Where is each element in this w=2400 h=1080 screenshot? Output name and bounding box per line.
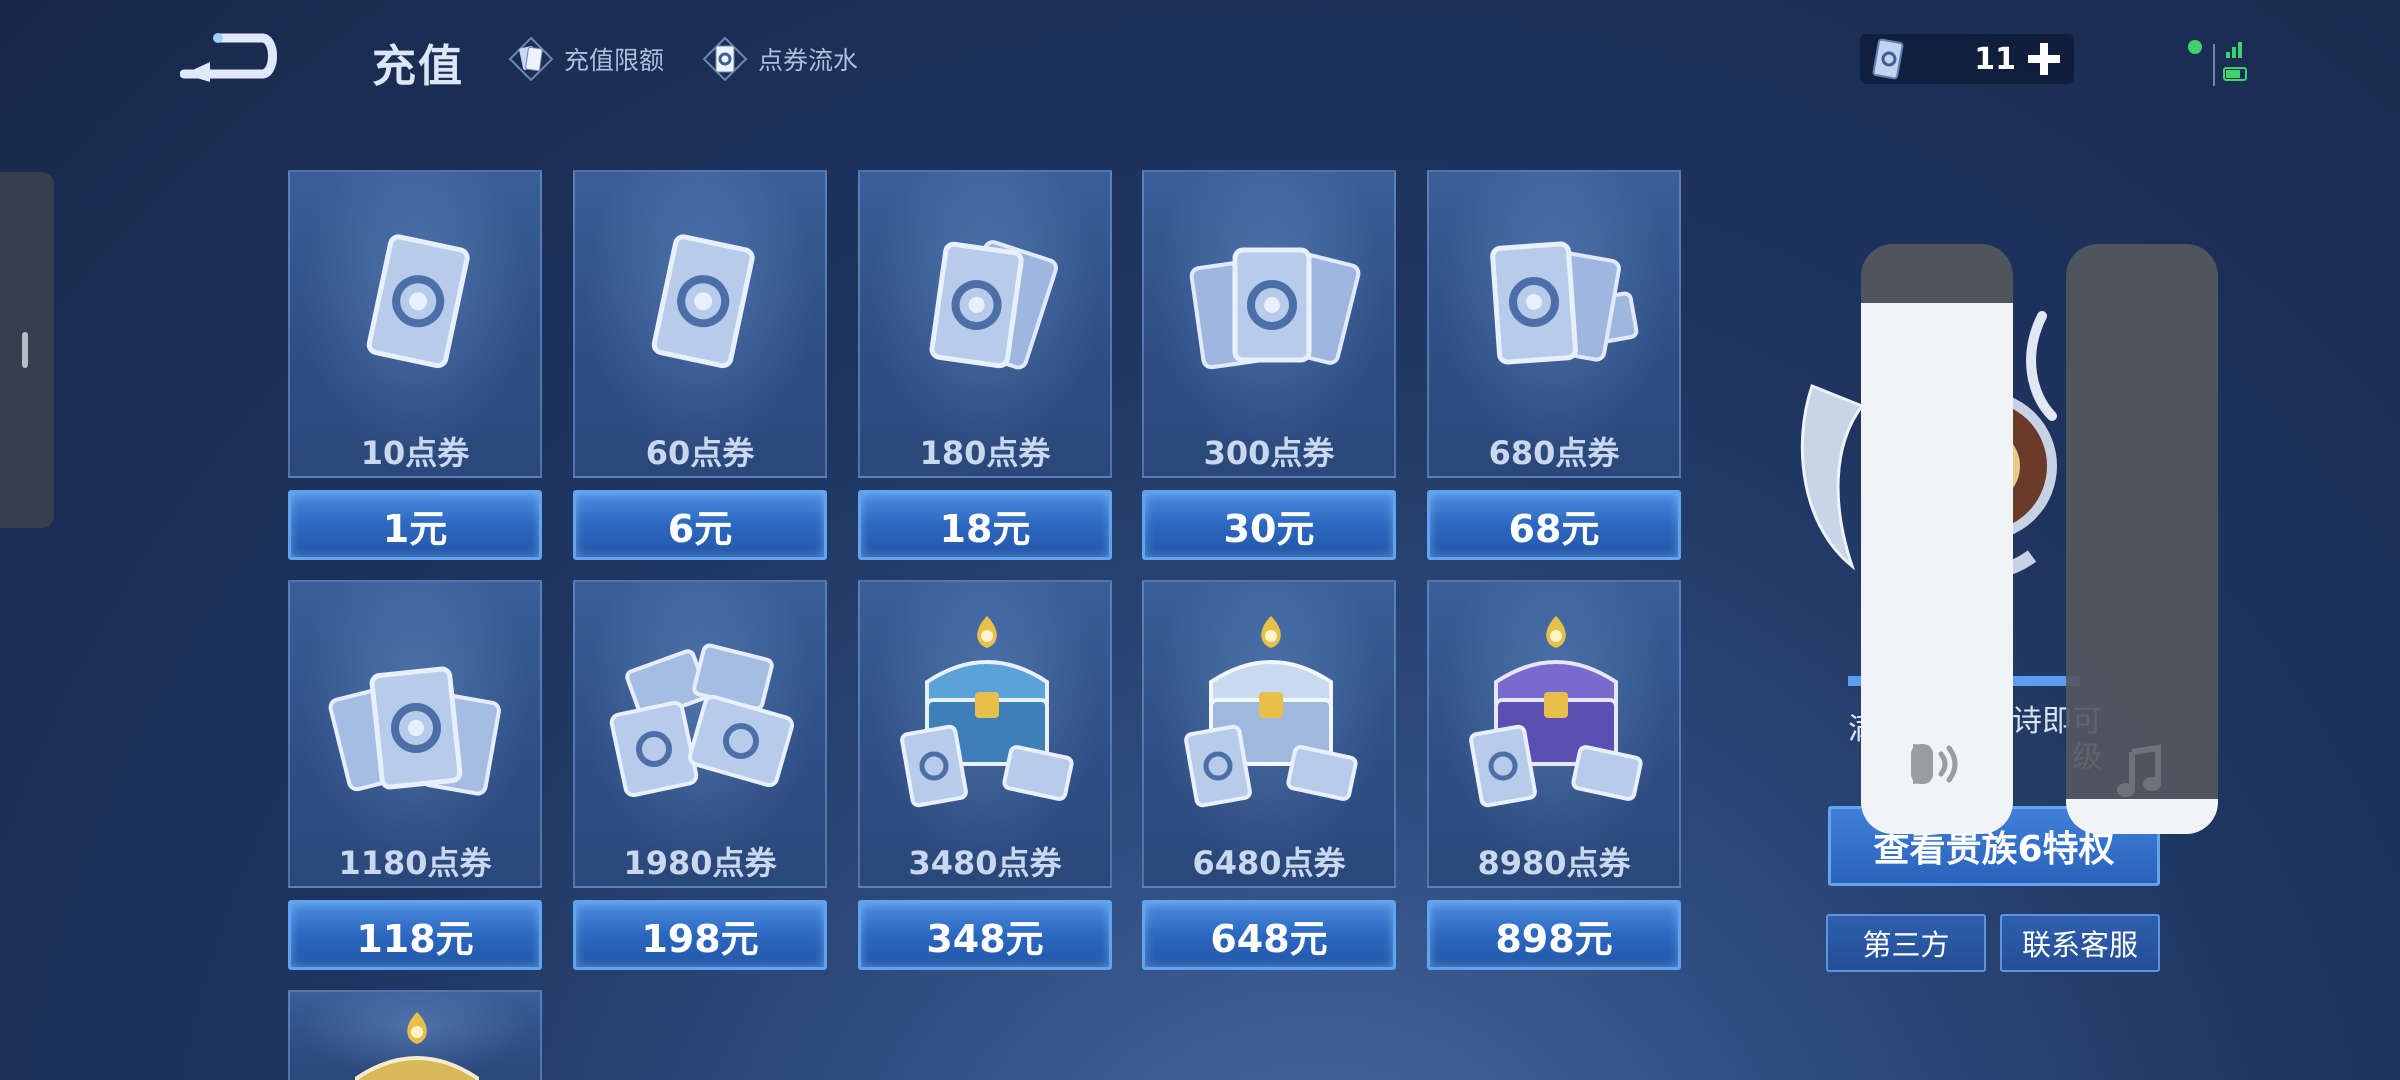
card-stack-icon bbox=[1490, 241, 1639, 365]
tab-recharge-limit[interactable]: 充值限额 bbox=[508, 36, 664, 82]
price-button[interactable]: 6元 bbox=[573, 490, 827, 560]
signal-icon bbox=[2213, 42, 2247, 86]
card-pile-icon bbox=[328, 666, 501, 796]
product-card[interactable]: 6480点券 bbox=[1142, 580, 1396, 888]
media-volume-slider-fill bbox=[2066, 798, 2218, 834]
tab-voucher-flow-label: 点券流水 bbox=[758, 46, 859, 75]
product-amount: 180点券 bbox=[919, 434, 1051, 472]
product-amount: 8980点券 bbox=[1477, 844, 1631, 882]
product-amount: 6480点券 bbox=[1192, 844, 1346, 882]
product-card[interactable]: 3480点券 bbox=[858, 580, 1112, 888]
product-amount: 10点券 bbox=[360, 434, 470, 472]
music-note-icon bbox=[2117, 744, 2161, 797]
voucher-card-icon bbox=[366, 234, 470, 369]
voucher-balance-value: 11 bbox=[1974, 41, 2016, 77]
treasure-chest-icon bbox=[1184, 616, 1358, 808]
price-button[interactable]: 348元 bbox=[858, 900, 1112, 970]
product-amount: 680点券 bbox=[1488, 434, 1620, 472]
card-heap-icon bbox=[609, 643, 795, 798]
treasure-chest-icon bbox=[900, 616, 1074, 808]
voucher-card-icon bbox=[651, 234, 755, 369]
product-card[interactable]: 10点券 bbox=[288, 170, 542, 478]
voucher-balance: 11 bbox=[1860, 34, 2074, 84]
price-button[interactable]: 68元 bbox=[1427, 490, 1681, 560]
voucher-flow-icon bbox=[702, 36, 748, 82]
product-card[interactable]: 180点券 bbox=[858, 170, 1112, 478]
product-card[interactable]: 1180点券 bbox=[288, 580, 542, 888]
contact-service-button[interactable]: 联系客服 bbox=[2000, 914, 2160, 972]
back-button[interactable] bbox=[179, 30, 280, 90]
third-party-button[interactable]: 第三方 bbox=[1826, 914, 1986, 972]
status-dot bbox=[2188, 40, 2202, 54]
product-amount: 3480点券 bbox=[908, 844, 1062, 882]
treasure-chest-icon bbox=[1469, 616, 1643, 808]
price-button[interactable]: 648元 bbox=[1142, 900, 1396, 970]
card-icon bbox=[508, 36, 554, 82]
price-button[interactable]: 18元 bbox=[858, 490, 1112, 560]
price-button[interactable]: 30元 bbox=[1142, 490, 1396, 560]
product-card[interactable]: 300点券 bbox=[1142, 170, 1396, 478]
speaker-icon bbox=[1911, 744, 1958, 784]
product-card[interactable]: 8980点券 bbox=[1427, 580, 1681, 888]
product-amount: 300点券 bbox=[1203, 434, 1335, 472]
price-button[interactable]: 1元 bbox=[288, 490, 542, 560]
tab-recharge-limit-label: 充值限额 bbox=[564, 46, 665, 75]
product-card[interactable] bbox=[288, 990, 542, 1080]
price-button[interactable]: 898元 bbox=[1427, 900, 1681, 970]
price-button[interactable]: 198元 bbox=[573, 900, 827, 970]
tab-voucher-flow[interactable]: 点券流水 bbox=[702, 36, 858, 82]
product-amount: 60点券 bbox=[645, 434, 755, 472]
three-cards-icon bbox=[1189, 247, 1361, 370]
treasure-chest-icon bbox=[355, 1012, 479, 1080]
product-card[interactable]: 680点券 bbox=[1427, 170, 1681, 478]
product-amount: 1980点券 bbox=[623, 844, 777, 882]
two-cards-icon bbox=[929, 240, 1058, 370]
plus-icon[interactable] bbox=[2024, 39, 2064, 79]
price-button[interactable]: 118元 bbox=[288, 900, 542, 970]
media-volume-slider[interactable] bbox=[2066, 244, 2218, 834]
volume-slider[interactable] bbox=[1861, 244, 2013, 834]
product-card[interactable]: 60点券 bbox=[573, 170, 827, 478]
product-amount: 1180点券 bbox=[338, 844, 492, 882]
back-arrow-icon bbox=[179, 33, 277, 82]
drawer-grip-icon bbox=[22, 332, 28, 368]
voucher-card-icon bbox=[1872, 38, 1904, 80]
page-title: 充值 bbox=[372, 41, 464, 92]
product-card[interactable]: 1980点券 bbox=[573, 580, 827, 888]
